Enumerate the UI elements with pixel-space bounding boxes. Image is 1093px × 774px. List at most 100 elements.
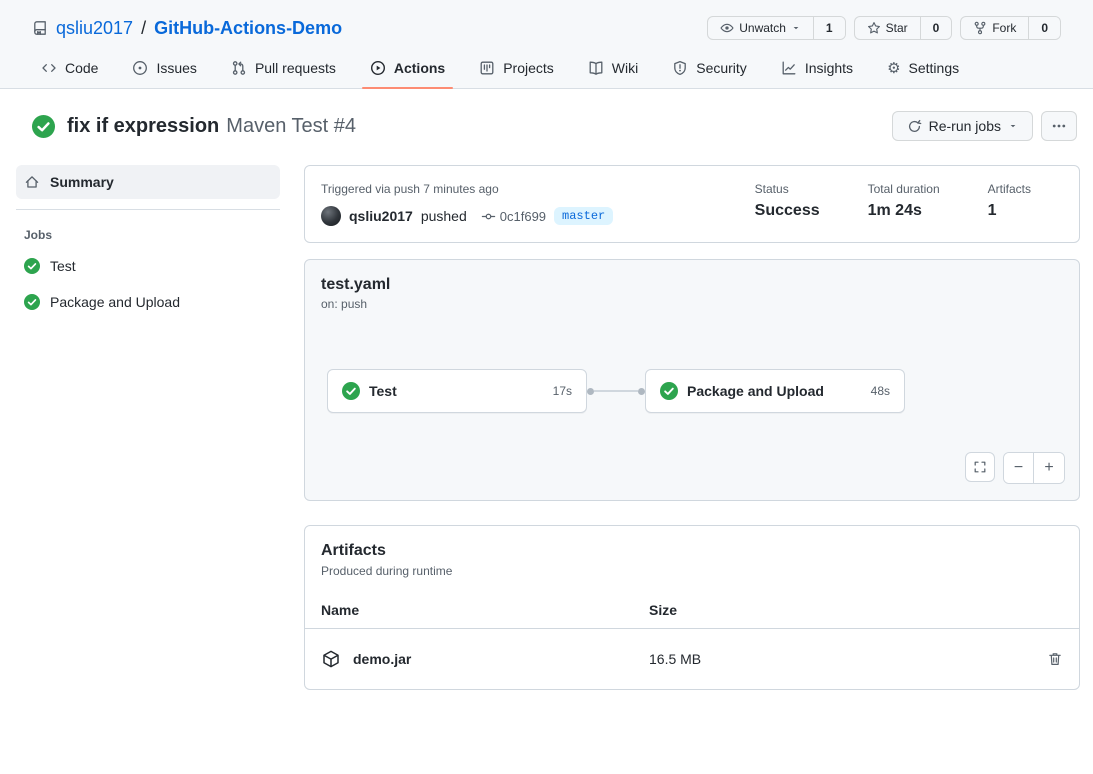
action-text: pushed bbox=[421, 208, 467, 224]
run-sidebar: Summary Jobs Test Package and Upload bbox=[16, 165, 280, 690]
actor-link[interactable]: qsliu2017 bbox=[349, 208, 413, 224]
fullscreen-button[interactable] bbox=[965, 452, 995, 482]
repo-header: qsliu2017 / GitHub-Actions-Demo Unwatch … bbox=[0, 0, 1093, 89]
commit-icon bbox=[481, 209, 496, 224]
tab-label: Actions bbox=[394, 60, 445, 76]
column-size: Size bbox=[649, 602, 1039, 618]
commit-message: fix if expression bbox=[67, 115, 219, 138]
caret-down-icon bbox=[1008, 121, 1018, 131]
tab-insights[interactable]: Insights bbox=[773, 50, 861, 88]
play-circle-icon bbox=[370, 60, 386, 76]
artifacts-stat: Artifacts 1 bbox=[988, 182, 1031, 220]
caret-down-icon bbox=[791, 23, 801, 33]
sidebar-job-package-and-upload[interactable]: Package and Upload bbox=[16, 284, 280, 320]
tab-label: Issues bbox=[156, 60, 196, 76]
artifacts-title: Artifacts bbox=[321, 542, 1063, 560]
run-options-kebab-button[interactable] bbox=[1041, 111, 1077, 141]
graph-node-test[interactable]: Test 17s bbox=[327, 369, 587, 413]
tab-label: Settings bbox=[909, 60, 960, 76]
header-top-row: qsliu2017 / GitHub-Actions-Demo Unwatch … bbox=[0, 0, 1093, 50]
commit-sha: 0c1f699 bbox=[500, 209, 546, 224]
star-icon bbox=[867, 21, 881, 35]
watch-count[interactable]: 1 bbox=[813, 17, 845, 39]
repo-name-link[interactable]: GitHub-Actions-Demo bbox=[154, 18, 342, 39]
tab-projects[interactable]: Projects bbox=[471, 50, 562, 88]
summary-label: Summary bbox=[50, 174, 114, 190]
gear-icon: ⚙ bbox=[887, 61, 900, 76]
graph-node-package-and-upload[interactable]: Package and Upload 48s bbox=[645, 369, 905, 413]
repo-owner-link[interactable]: qsliu2017 bbox=[56, 18, 133, 39]
package-icon bbox=[321, 649, 341, 669]
duration-stat: Total duration 1m 24s bbox=[868, 182, 940, 220]
fork-count[interactable]: 0 bbox=[1028, 17, 1060, 39]
artifact-name-link[interactable]: demo.jar bbox=[353, 651, 411, 667]
repo-tab-nav: Code Issues Pull requests Actions Projec… bbox=[0, 50, 1093, 88]
eye-icon bbox=[720, 21, 734, 35]
pull-request-icon bbox=[231, 60, 247, 76]
issue-icon bbox=[132, 60, 148, 76]
tab-label: Pull requests bbox=[255, 60, 336, 76]
column-name: Name bbox=[321, 602, 649, 618]
fork-button[interactable]: Fork 0 bbox=[960, 16, 1061, 40]
tab-issues[interactable]: Issues bbox=[124, 50, 204, 88]
trash-icon bbox=[1047, 651, 1063, 667]
fork-label: Fork bbox=[992, 21, 1016, 35]
breadcrumb: qsliu2017 / GitHub-Actions-Demo bbox=[32, 18, 342, 39]
commit-sha-link[interactable]: 0c1f699 bbox=[481, 209, 546, 224]
breadcrumb-separator: / bbox=[141, 18, 146, 39]
node-duration: 17s bbox=[553, 384, 572, 398]
shield-icon bbox=[672, 60, 688, 76]
artifacts-count-label: Artifacts bbox=[988, 182, 1031, 196]
code-icon bbox=[41, 60, 57, 76]
book-icon bbox=[588, 60, 604, 76]
run-header: fix if expression Maven Test #4 Re-run j… bbox=[0, 89, 1093, 159]
job-name: Package and Upload bbox=[50, 294, 180, 310]
artifacts-subtitle: Produced during runtime bbox=[321, 564, 1063, 578]
tab-wiki[interactable]: Wiki bbox=[580, 50, 646, 88]
zoom-in-button[interactable]: + bbox=[1034, 453, 1064, 483]
tab-settings[interactable]: ⚙ Settings bbox=[879, 50, 967, 88]
node-duration: 48s bbox=[871, 384, 890, 398]
workflow-trigger: on: push bbox=[321, 297, 1063, 311]
workflow-file-name: test.yaml bbox=[321, 276, 1063, 294]
tab-label: Code bbox=[65, 60, 98, 76]
check-circle-icon bbox=[342, 382, 360, 400]
run-title: fix if expression Maven Test #4 bbox=[67, 115, 356, 138]
zoom-control: − + bbox=[1003, 452, 1065, 484]
tab-actions[interactable]: Actions bbox=[362, 50, 453, 88]
workflow-run-name: Maven Test #4 bbox=[226, 115, 356, 138]
projects-icon bbox=[479, 60, 495, 76]
sidebar-divider bbox=[16, 209, 280, 210]
tab-code[interactable]: Code bbox=[33, 50, 106, 88]
artifacts-table-header: Name Size bbox=[305, 592, 1079, 629]
node-name: Test bbox=[369, 383, 544, 399]
sync-icon bbox=[907, 119, 922, 134]
sidebar-job-test[interactable]: Test bbox=[16, 248, 280, 284]
node-name: Package and Upload bbox=[687, 383, 862, 399]
status-label: Status bbox=[755, 182, 820, 196]
trigger-info: Triggered via push 7 minutes ago bbox=[321, 182, 755, 196]
branch-badge[interactable]: master bbox=[554, 207, 613, 225]
unwatch-label: Unwatch bbox=[739, 21, 786, 35]
tab-label: Security bbox=[696, 60, 747, 76]
workflow-graph: Test 17s Package and Upload 48s bbox=[327, 369, 1063, 413]
graph-connector bbox=[587, 388, 645, 395]
star-count[interactable]: 0 bbox=[920, 17, 952, 39]
artifact-size: 16.5 MB bbox=[649, 651, 1039, 667]
unwatch-button[interactable]: Unwatch 1 bbox=[707, 16, 845, 40]
check-circle-icon bbox=[32, 115, 55, 138]
tab-label: Projects bbox=[503, 60, 554, 76]
rerun-jobs-button[interactable]: Re-run jobs bbox=[892, 111, 1033, 141]
tab-security[interactable]: Security bbox=[664, 50, 755, 88]
tab-pull-requests[interactable]: Pull requests bbox=[223, 50, 344, 88]
delete-artifact-button[interactable] bbox=[1039, 651, 1063, 667]
avatar[interactable] bbox=[321, 206, 341, 226]
kebab-icon bbox=[1051, 118, 1067, 134]
artifact-row: demo.jar 16.5 MB bbox=[305, 629, 1079, 689]
duration-value: 1m 24s bbox=[868, 202, 940, 220]
rerun-jobs-label: Re-run jobs bbox=[929, 118, 1001, 134]
check-circle-icon bbox=[660, 382, 678, 400]
zoom-out-button[interactable]: − bbox=[1004, 453, 1034, 483]
sidebar-item-summary[interactable]: Summary bbox=[16, 165, 280, 199]
star-button[interactable]: Star 0 bbox=[854, 16, 953, 40]
